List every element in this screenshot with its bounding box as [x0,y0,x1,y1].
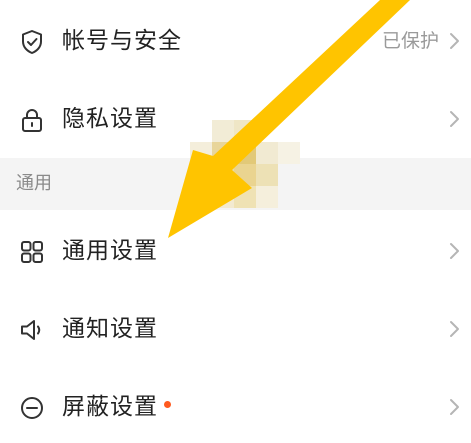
speaker-icon [18,316,46,344]
section-title: 通用 [16,173,52,194]
chevron-right-icon [447,31,461,51]
notification-settings-row[interactable]: 通知设置 [0,290,471,368]
lock-icon [18,106,46,134]
chevron-right-icon [447,241,461,261]
general-settings-row[interactable]: 通用设置 [0,212,471,290]
privacy-settings-label: 隐私设置 [62,106,158,132]
account-security-status: 已保护 [381,30,439,52]
notification-dot [164,401,171,408]
settings-screen: 帐号与安全 已保护 隐私设置 通用 通用设置 通知设置 屏蔽设置 [0,0,471,443]
block-settings-row[interactable]: 屏蔽设置 [0,368,471,443]
grid-icon [18,238,46,266]
pixelated-blur [190,120,300,210]
chevron-right-icon [447,319,461,339]
block-settings-text: 屏蔽设置 [62,394,158,420]
minus-circle-icon [18,394,46,422]
chevron-right-icon [447,109,461,129]
block-settings-label: 屏蔽设置 [62,368,171,443]
shield-check-icon [18,28,46,56]
account-security-label: 帐号与安全 [62,28,182,54]
notification-settings-label: 通知设置 [62,316,158,342]
chevron-right-icon [447,397,461,417]
general-settings-label: 通用设置 [62,238,158,264]
account-security-row[interactable]: 帐号与安全 已保护 [0,2,471,80]
